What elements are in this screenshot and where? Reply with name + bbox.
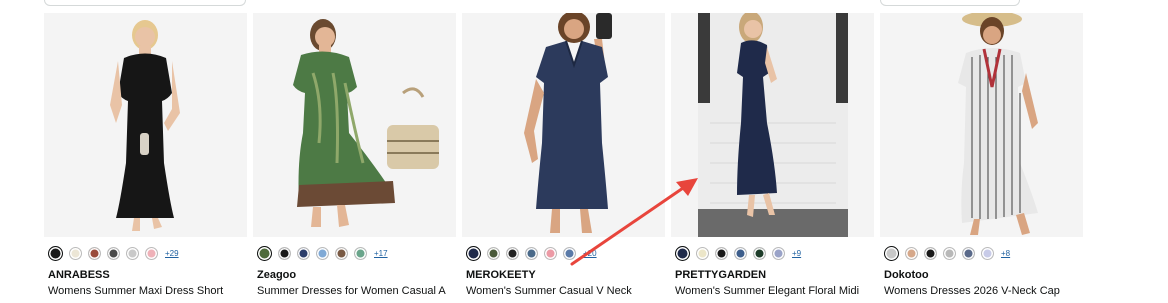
color-swatch[interactable] <box>734 246 747 260</box>
product-card[interactable]: +17 Zeagoo Summer Dresses for Women Casu… <box>253 13 456 303</box>
product-brand: Dokotoo <box>884 269 929 281</box>
color-swatch[interactable] <box>316 246 329 260</box>
product-image[interactable] <box>671 13 874 237</box>
color-swatch[interactable] <box>905 246 918 260</box>
color-swatch[interactable] <box>466 245 481 261</box>
color-swatch[interactable] <box>145 246 158 260</box>
color-swatch[interactable] <box>696 246 709 260</box>
product-title[interactable]: Summer Dresses for Women Casual A <box>257 285 456 297</box>
product-card[interactable]: +9 PRETTYGARDEN Women's Summer Elegant F… <box>671 13 874 303</box>
color-swatch[interactable] <box>107 246 120 260</box>
previous-row-card-edge <box>880 0 1020 6</box>
product-card[interactable]: +29 ANRABESS Womens Summer Maxi Dress Sh… <box>44 13 247 303</box>
color-swatch[interactable] <box>772 246 785 260</box>
previous-row-card-edge <box>44 0 246 6</box>
color-swatch[interactable] <box>715 246 728 260</box>
more-colors-link[interactable]: +8 <box>1001 249 1010 258</box>
product-title[interactable]: Womens Summer Maxi Dress Short <box>48 285 247 297</box>
color-swatch[interactable] <box>884 245 899 261</box>
more-colors-link[interactable]: +20 <box>583 249 597 258</box>
color-swatch[interactable] <box>563 246 576 260</box>
more-colors-link[interactable]: +17 <box>374 249 388 258</box>
more-colors-link[interactable]: +9 <box>792 249 801 258</box>
product-title[interactable]: Women's Summer Elegant Floral Midi <box>675 285 874 297</box>
product-card[interactable]: +20 MEROKEETY Women's Summer Casual V Ne… <box>462 13 665 303</box>
color-swatch[interactable] <box>675 245 690 261</box>
color-swatch[interactable] <box>257 245 272 261</box>
product-title[interactable]: Women's Summer Casual V Neck <box>466 285 665 297</box>
color-swatch[interactable] <box>278 246 291 260</box>
color-swatch[interactable] <box>48 245 63 261</box>
color-swatches: +29 <box>48 244 179 262</box>
product-image[interactable] <box>462 13 665 237</box>
color-swatches: +9 <box>675 244 801 262</box>
color-swatches: +17 <box>257 244 388 262</box>
color-swatch[interactable] <box>69 246 82 260</box>
color-swatches: +8 <box>884 244 1010 262</box>
color-swatch[interactable] <box>335 246 348 260</box>
color-swatch[interactable] <box>525 246 538 260</box>
product-image[interactable] <box>44 13 247 237</box>
color-swatch[interactable] <box>487 246 500 260</box>
more-colors-link[interactable]: +29 <box>165 249 179 258</box>
product-brand: Zeagoo <box>257 269 297 281</box>
product-brand: PRETTYGARDEN <box>675 269 767 281</box>
color-swatch[interactable] <box>354 246 367 260</box>
product-brand: MEROKEETY <box>466 269 536 281</box>
color-swatch[interactable] <box>943 246 956 260</box>
product-image[interactable] <box>880 13 1083 237</box>
product-image[interactable] <box>253 13 456 237</box>
color-swatch[interactable] <box>297 246 310 260</box>
color-swatch[interactable] <box>924 246 937 260</box>
color-swatch[interactable] <box>962 246 975 260</box>
color-swatch[interactable] <box>753 246 766 260</box>
color-swatches: +20 <box>466 244 597 262</box>
product-card[interactable]: +8 Dokotoo Womens Dresses 2026 V-Neck Ca… <box>880 13 1083 303</box>
product-title[interactable]: Womens Dresses 2026 V-Neck Cap <box>884 285 1083 297</box>
color-swatch[interactable] <box>981 246 994 260</box>
product-brand: ANRABESS <box>48 269 110 281</box>
color-swatch[interactable] <box>88 246 101 260</box>
color-swatch[interactable] <box>506 246 519 260</box>
color-swatch[interactable] <box>126 246 139 260</box>
color-swatch[interactable] <box>544 246 557 260</box>
